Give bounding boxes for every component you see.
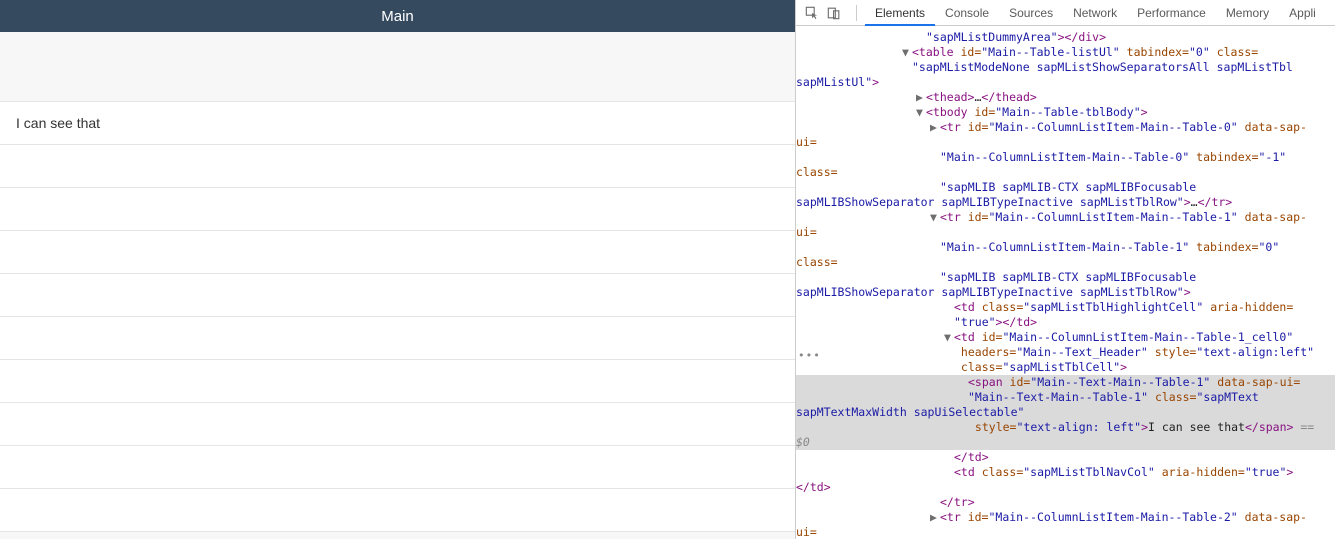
page-title: Main <box>381 8 414 25</box>
dom-node[interactable]: ▼<table id="Main--Table-listUl" tabindex… <box>796 45 1335 60</box>
table-row[interactable] <box>0 188 795 231</box>
dom-node[interactable]: </td> <box>796 450 1335 465</box>
expand-toggle-icon[interactable]: ▶ <box>930 510 940 525</box>
dom-node[interactable]: <td class="sapMListTblHighlightCell" ari… <box>796 300 1335 315</box>
toolbar-divider <box>856 5 857 21</box>
table-row[interactable] <box>0 274 795 317</box>
inspect-element-icon[interactable] <box>804 5 820 21</box>
table-row[interactable] <box>0 360 795 403</box>
dom-node[interactable]: <td class="sapMListTblNavCol" aria-hidde… <box>796 465 1335 495</box>
dom-node[interactable]: class="sapMListTblCell"> <box>796 360 1335 375</box>
dom-node[interactable]: "sapMLIB sapMLIB-CTX sapMLIBFocusable sa… <box>796 180 1335 210</box>
table-header-spacer <box>0 32 795 102</box>
dom-node[interactable]: "Main--ColumnListItem-Main--Table-0" tab… <box>796 150 1335 180</box>
table-row[interactable] <box>0 145 795 188</box>
devtools-toolbar: Elements Console Sources Network Perform… <box>796 0 1335 26</box>
gutter-overflow-icon[interactable]: ••• <box>798 348 821 363</box>
dom-node[interactable]: "sapMLIB sapMLIB-CTX sapMLIBFocusable sa… <box>796 270 1335 300</box>
expand-toggle-icon[interactable]: ▼ <box>902 45 912 60</box>
device-toolbar-icon[interactable] <box>826 5 842 21</box>
dom-node[interactable]: ▶<tr id="Main--ColumnListItem-Main--Tabl… <box>796 510 1335 539</box>
table-row[interactable]: I can see that <box>0 102 795 145</box>
tab-performance[interactable]: Performance <box>1127 0 1216 26</box>
tab-elements[interactable]: Elements <box>865 0 935 26</box>
table-row[interactable] <box>0 489 795 532</box>
dom-node[interactable]: "sapMListModeNone sapMListShowSeparators… <box>796 60 1335 90</box>
app-header: Main <box>0 0 795 32</box>
expand-toggle-icon[interactable]: ▼ <box>944 330 954 345</box>
devtools-panel: Elements Console Sources Network Perform… <box>795 0 1335 539</box>
expand-toggle-icon[interactable]: ▶ <box>916 90 926 105</box>
app-table: I can see that <box>0 32 795 532</box>
dom-tree[interactable]: ••• "sapMListDummyArea"></div> ▼<table i… <box>796 26 1335 539</box>
dom-node[interactable]: "sapMListDummyArea"></div> <box>796 30 1335 45</box>
expand-toggle-icon[interactable]: ▼ <box>930 210 940 225</box>
dom-node[interactable]: headers="Main--Text_Header" style="text-… <box>796 345 1335 360</box>
app-panel: Main I can see that <box>0 0 795 539</box>
dom-node[interactable]: "Main--ColumnListItem-Main--Table-1" tab… <box>796 240 1335 270</box>
dom-node-selected[interactable]: <span id="Main--Text-Main--Table-1" data… <box>796 375 1335 390</box>
table-row[interactable] <box>0 231 795 274</box>
dom-node[interactable]: ▼<tr id="Main--ColumnListItem-Main--Tabl… <box>796 210 1335 240</box>
table-cell-text: I can see that <box>16 115 100 131</box>
table-row[interactable] <box>0 403 795 446</box>
tab-application[interactable]: Appli <box>1279 0 1326 26</box>
table-row[interactable] <box>0 446 795 489</box>
dom-node[interactable]: ▼<tbody id="Main--Table-tblBody"> <box>796 105 1335 120</box>
tab-memory[interactable]: Memory <box>1216 0 1279 26</box>
dom-node-selected[interactable]: "Main--Text-Main--Table-1" class="sapMTe… <box>796 390 1335 420</box>
dom-node[interactable]: "true"></td> <box>796 315 1335 330</box>
expand-toggle-icon[interactable]: ▼ <box>916 105 926 120</box>
tab-network[interactable]: Network <box>1063 0 1127 26</box>
tab-console[interactable]: Console <box>935 0 999 26</box>
dom-node[interactable]: ▶<tr id="Main--ColumnListItem-Main--Tabl… <box>796 120 1335 150</box>
table-row[interactable] <box>0 317 795 360</box>
dom-node-selected[interactable]: style="text-align: left">I can see that<… <box>796 420 1335 450</box>
tab-sources[interactable]: Sources <box>999 0 1063 26</box>
dom-node[interactable]: ▼<td id="Main--ColumnListItem-Main--Tabl… <box>796 330 1335 345</box>
dom-node[interactable]: </tr> <box>796 495 1335 510</box>
dom-node[interactable]: ▶<thead>…</thead> <box>796 90 1335 105</box>
expand-toggle-icon[interactable]: ▶ <box>930 120 940 135</box>
